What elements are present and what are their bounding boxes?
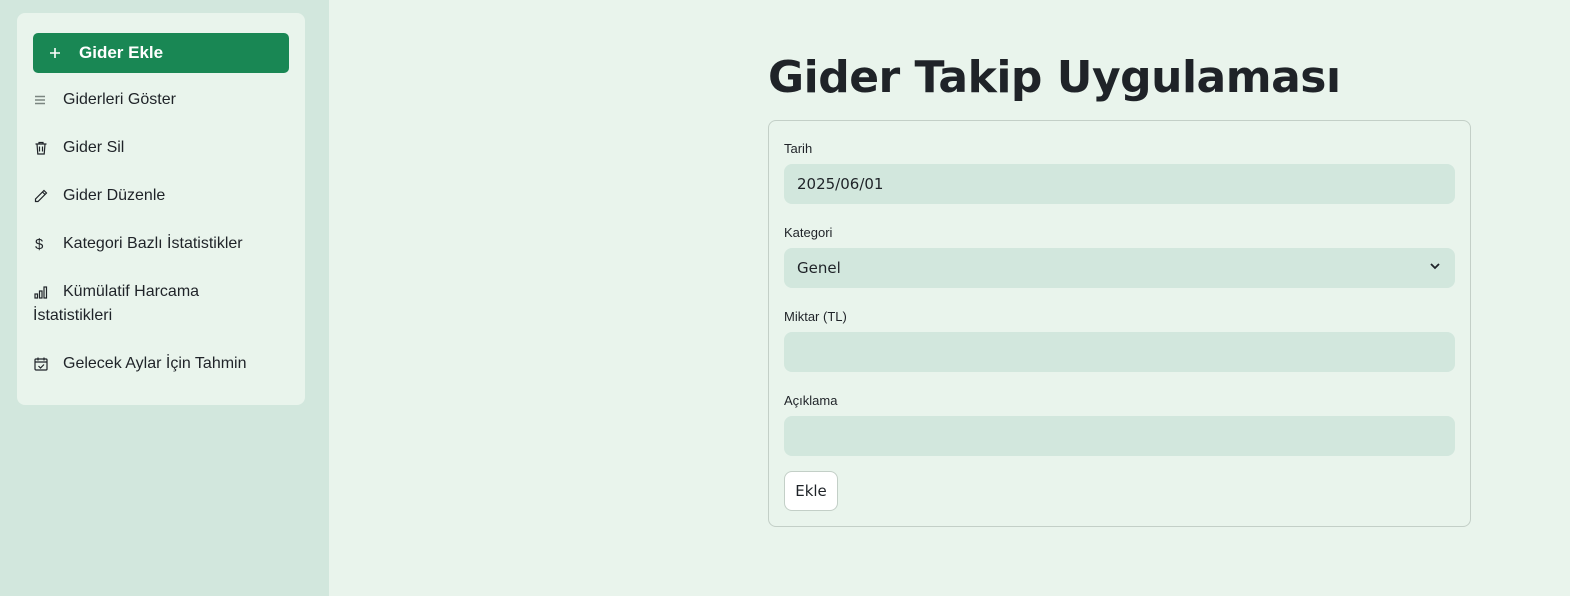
sidebar-item-kategori-istatistikler[interactable]: $ Kategori Bazlı İstatistikler [33,232,289,256]
sidebar-item-label: Gider Düzenle [63,187,166,204]
date-value: 2025/06/01 [797,175,884,193]
sidebar-item-kumulatif-istatistikler[interactable]: Kümülatif Harcama İstatistikleri [33,280,289,328]
sidebar-item-giderleri-goster[interactable]: Giderleri Göster [33,88,289,112]
sidebar-item-label: Gider Sil [63,139,125,156]
add-button[interactable]: Ekle [784,471,838,511]
description-label: Açıklama [784,393,838,408]
bar-chart-icon [33,280,63,304]
sidebar-item-label-line1: Kümülatif Harcama [63,283,200,300]
svg-text:$: $ [35,236,44,252]
amount-label: Miktar (TL) [784,309,847,324]
sidebar-item-gider-sil[interactable]: Gider Sil [33,136,289,160]
sidebar-item-gider-duzenle[interactable]: Gider Düzenle [33,184,289,208]
plus-icon [33,41,79,65]
amount-input[interactable] [784,332,1455,372]
page-title: Gider Takip Uygulaması [768,52,1341,103]
chevron-down-icon [1428,259,1442,277]
list-icon [33,88,63,112]
sidebar-item-label-line2: İstatistikleri [33,307,113,324]
category-label: Kategori [784,225,833,240]
sidebar-item-label: Gider Ekle [79,43,164,62]
trash-icon [33,136,63,160]
category-value: Genel [797,259,841,277]
sidebar-item-gider-ekle[interactable]: Gider Ekle [33,33,289,73]
dollar-icon: $ [33,232,63,256]
expense-form: Tarih 2025/06/01 Kategori Genel Miktar (… [768,120,1471,527]
category-select[interactable]: Genel [784,248,1455,288]
sidebar-item-label: Gelecek Aylar İçin Tahmin [63,355,247,372]
sidebar-menu: Gider Ekle Giderleri Göster Gider Sil Gi [17,13,305,405]
pencil-icon [33,184,63,208]
description-input[interactable] [784,416,1455,456]
sidebar-item-label: Kategori Bazlı İstatistikler [63,235,243,252]
sidebar-item-gelecek-tahmin[interactable]: Gelecek Aylar İçin Tahmin [33,352,289,376]
sidebar: Gider Ekle Giderleri Göster Gider Sil Gi [0,0,329,596]
sidebar-item-label: Giderleri Göster [63,91,176,108]
calendar-check-icon [33,352,63,376]
date-label: Tarih [784,141,813,156]
date-input[interactable]: 2025/06/01 [784,164,1455,204]
